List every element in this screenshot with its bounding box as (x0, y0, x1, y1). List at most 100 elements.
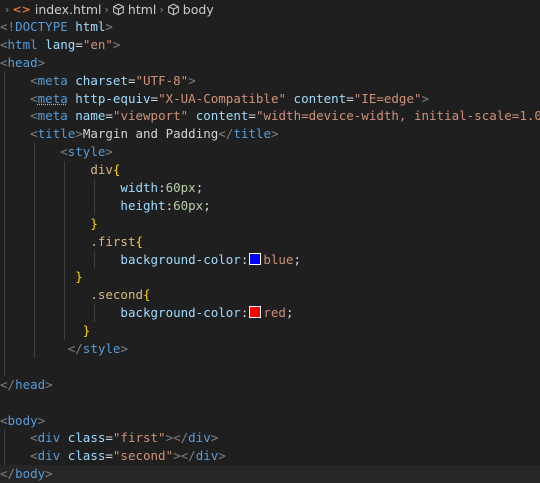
css-selector: .first (90, 233, 136, 249)
indent-guide (34, 340, 35, 358)
css-property: background-color (120, 305, 241, 321)
indent-guide (64, 322, 65, 341)
bracket: > (218, 448, 226, 464)
css-selector: .second (90, 287, 143, 303)
bracket: </ (0, 376, 16, 392)
attr-name: class (60, 448, 106, 464)
tag-name: title (233, 126, 271, 142)
bracket: ></ (173, 448, 196, 464)
indent-guide (4, 214, 5, 233)
indent-guide (64, 161, 65, 180)
indent-guide (94, 196, 95, 215)
code-line-current: </body> (0, 465, 540, 483)
indent-guide (4, 107, 5, 126)
bracket: < (0, 54, 8, 70)
chevron-right-icon: › (159, 2, 164, 16)
attr-name: content (286, 90, 347, 106)
colon: : (165, 197, 174, 213)
bracket: > (421, 90, 430, 106)
tag-name: head (15, 376, 46, 392)
element-cube-icon (112, 3, 125, 16)
indent-guide (34, 268, 35, 287)
attr-value: "viewport" (112, 108, 189, 124)
chevron-right-icon: › (5, 2, 10, 16)
bracket: < (30, 108, 38, 124)
equals: = (105, 430, 113, 446)
semicolon: ; (195, 180, 204, 196)
tag-name: style (67, 144, 106, 160)
code-line: <meta http-equiv="X-UA-Compatible" conte… (0, 89, 540, 108)
code-line: </style> (0, 340, 540, 358)
color-swatch-red[interactable] (249, 306, 262, 319)
css-property: width (120, 180, 159, 196)
code-line: </head> (0, 376, 540, 394)
equals: = (150, 90, 159, 106)
indent-guide (4, 268, 5, 287)
bracket: > (45, 376, 53, 392)
tag-name: div (37, 448, 61, 464)
equals: = (105, 108, 113, 124)
indent-guide (94, 304, 95, 323)
indent-guide (94, 179, 95, 197)
code-line: } (0, 268, 540, 287)
chevron-right-icon: › (104, 2, 109, 16)
title-text: Margin and Padding (82, 126, 219, 142)
code-editor[interactable]: <!DOCTYPE html> <html lang="en"> <head> … (0, 18, 540, 483)
brace: } (75, 269, 83, 285)
indent-guide (4, 429, 5, 448)
colon: : (158, 180, 166, 196)
breadcrumb-item-html[interactable]: html (112, 2, 156, 17)
code-line: background-color: blue; (0, 250, 540, 269)
indent-guide (34, 143, 35, 162)
indent-guide (34, 286, 35, 305)
bracket: > (37, 412, 46, 428)
code-line: <body> (0, 412, 540, 430)
bracket: > (188, 72, 196, 88)
code-line: .first{ (0, 232, 540, 251)
semicolon: ; (285, 305, 294, 321)
tag-name: html (7, 36, 38, 52)
indent-guide (34, 196, 35, 215)
color-swatch-blue[interactable] (249, 252, 262, 265)
indent-guide (4, 71, 5, 90)
bracket: <! (0, 19, 16, 34)
tag-name: meta (37, 72, 68, 88)
bracket: > (112, 36, 121, 52)
colon: : (240, 305, 249, 321)
bracket: ></ (165, 430, 189, 446)
indent-guide (4, 322, 5, 341)
tag-name: div (37, 430, 61, 446)
bracket: < (60, 144, 68, 160)
code-line: <style> (0, 143, 540, 162)
indent-guide (4, 196, 5, 215)
bracket: > (37, 54, 46, 70)
code-line: <meta charset="UTF-8"> (0, 71, 540, 90)
indent-guide (4, 125, 5, 144)
bracket: > (45, 466, 53, 482)
attr-name: http-equiv (67, 90, 151, 106)
indent-guide (4, 89, 5, 108)
breadcrumb-item-body[interactable]: body (167, 2, 214, 17)
bracket: </ (0, 466, 16, 482)
bracket: < (30, 90, 38, 106)
indent-guide (4, 447, 5, 466)
bracket: < (30, 430, 38, 446)
indent-guide (34, 179, 35, 197)
code-line: <!DOCTYPE html> (0, 18, 540, 36)
bracket: </ (67, 341, 83, 357)
attr-value: "en" (82, 36, 113, 52)
tag-name: meta (37, 90, 68, 106)
code-line: <html lang="en"> (0, 36, 540, 54)
tag-name: div (195, 448, 219, 464)
indent-guide (94, 250, 95, 269)
breadcrumb-file[interactable]: › <> index.html (2, 2, 102, 17)
code-line: } (0, 214, 540, 233)
css-value: blue (263, 251, 294, 267)
bracket: > (210, 430, 219, 446)
tag-name: title (37, 126, 76, 142)
indent-guide (34, 161, 35, 180)
code-line: .second{ (0, 286, 540, 305)
bracket: < (30, 72, 38, 88)
tag-name: meta (37, 108, 68, 124)
